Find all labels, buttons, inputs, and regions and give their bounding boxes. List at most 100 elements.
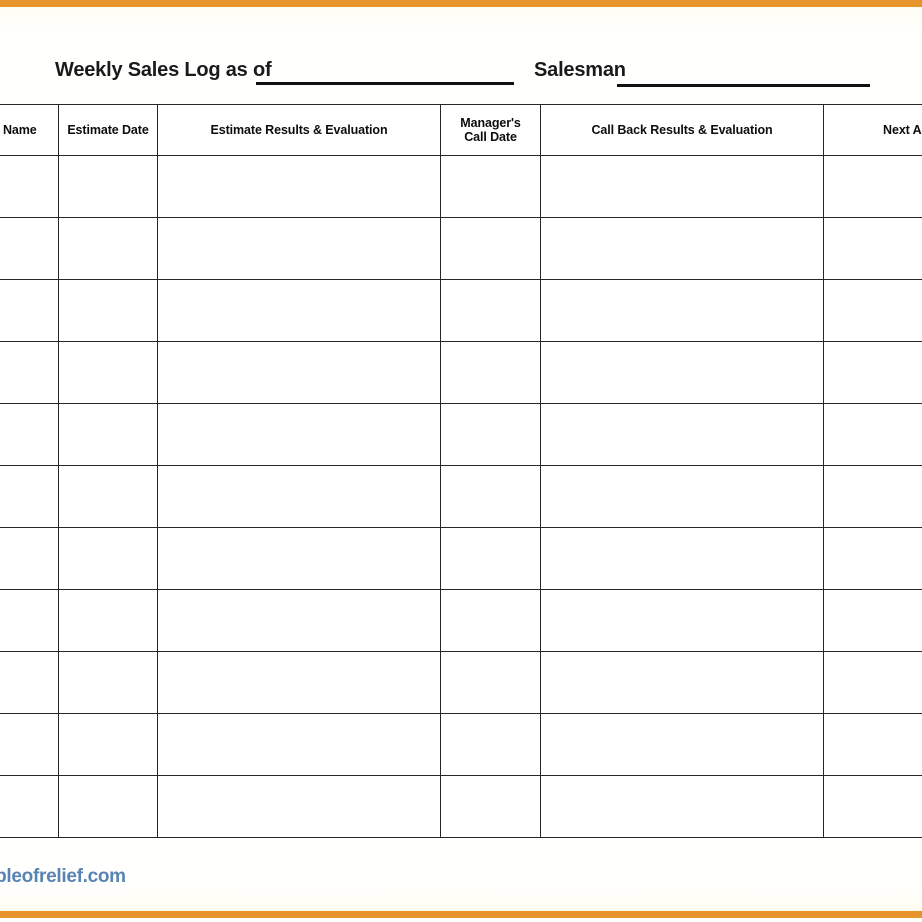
cell-estimate-results[interactable] bbox=[157, 527, 441, 590]
cell-estimate-date[interactable] bbox=[58, 775, 158, 838]
cell-estimate-results[interactable] bbox=[157, 713, 441, 776]
cell-next-action[interactable] bbox=[823, 713, 922, 776]
column-header-estimate-date: Estimate Date bbox=[58, 104, 158, 156]
cell-estimate-date[interactable] bbox=[58, 217, 158, 280]
table-row bbox=[0, 403, 922, 466]
table-row bbox=[0, 279, 922, 342]
table-row bbox=[0, 775, 922, 838]
cell-next-action[interactable] bbox=[823, 651, 922, 714]
cell-estimate-results[interactable] bbox=[157, 403, 441, 466]
cell-customer-name[interactable] bbox=[0, 589, 59, 652]
cell-estimate-date[interactable] bbox=[58, 155, 158, 218]
date-blank-field[interactable] bbox=[256, 82, 514, 85]
cell-call-back-results[interactable] bbox=[540, 713, 824, 776]
cell-estimate-date[interactable] bbox=[58, 589, 158, 652]
cell-managers-call-date[interactable] bbox=[440, 589, 541, 652]
cell-estimate-date[interactable] bbox=[58, 465, 158, 528]
cell-managers-call-date[interactable] bbox=[440, 279, 541, 342]
sales-log-page: Weekly Sales Log as of Salesman Customer… bbox=[0, 0, 922, 922]
cell-managers-call-date[interactable] bbox=[440, 341, 541, 404]
cell-call-back-results[interactable] bbox=[540, 527, 824, 590]
cell-estimate-date[interactable] bbox=[58, 527, 158, 590]
cell-estimate-date[interactable] bbox=[58, 403, 158, 466]
cell-call-back-results[interactable] bbox=[540, 465, 824, 528]
cell-estimate-results[interactable] bbox=[157, 279, 441, 342]
cell-estimate-results[interactable] bbox=[157, 465, 441, 528]
column-header-estimate-results: Estimate Results & Evaluation bbox=[157, 104, 441, 156]
column-header-managers-call-date: Manager's Call Date bbox=[440, 104, 541, 156]
cell-customer-name[interactable] bbox=[0, 403, 59, 466]
cell-call-back-results[interactable] bbox=[540, 651, 824, 714]
table-row bbox=[0, 589, 922, 652]
cell-estimate-results[interactable] bbox=[157, 217, 441, 280]
cell-customer-name[interactable] bbox=[0, 341, 59, 404]
cell-customer-name[interactable] bbox=[0, 279, 59, 342]
cell-managers-call-date[interactable] bbox=[440, 527, 541, 590]
cell-call-back-results[interactable] bbox=[540, 155, 824, 218]
cell-next-action[interactable] bbox=[823, 403, 922, 466]
cell-call-back-results[interactable] bbox=[540, 279, 824, 342]
cell-estimate-date[interactable] bbox=[58, 341, 158, 404]
cell-call-back-results[interactable] bbox=[540, 341, 824, 404]
cell-next-action[interactable] bbox=[823, 527, 922, 590]
table-header: Customer's Name Estimate Date Estimate R… bbox=[0, 104, 922, 156]
table-row bbox=[0, 465, 922, 528]
cell-customer-name[interactable] bbox=[0, 465, 59, 528]
table-row bbox=[0, 217, 922, 280]
cell-estimate-date[interactable] bbox=[58, 651, 158, 714]
column-header-managers-call-date-line2: Call Date bbox=[464, 130, 517, 144]
cell-next-action[interactable] bbox=[823, 217, 922, 280]
cell-managers-call-date[interactable] bbox=[440, 217, 541, 280]
cell-estimate-date[interactable] bbox=[58, 279, 158, 342]
cell-managers-call-date[interactable] bbox=[440, 651, 541, 714]
cell-customer-name[interactable] bbox=[0, 713, 59, 776]
bottom-accent-bar bbox=[0, 911, 922, 918]
cell-customer-name[interactable] bbox=[0, 155, 59, 218]
cell-managers-call-date[interactable] bbox=[440, 713, 541, 776]
cell-call-back-results[interactable] bbox=[540, 589, 824, 652]
weekly-sales-log-table: Customer's Name Estimate Date Estimate R… bbox=[0, 104, 922, 838]
cell-managers-call-date[interactable] bbox=[440, 465, 541, 528]
cell-customer-name[interactable] bbox=[0, 527, 59, 590]
cell-customer-name[interactable] bbox=[0, 775, 59, 838]
bottom-paper-wash bbox=[0, 884, 922, 911]
column-header-next-action: Next Action bbox=[823, 104, 922, 156]
cell-estimate-date[interactable] bbox=[58, 713, 158, 776]
table-row bbox=[0, 155, 922, 218]
page-title: Weekly Sales Log as of bbox=[55, 59, 272, 81]
cell-managers-call-date[interactable] bbox=[440, 155, 541, 218]
column-header-managers-call-date-line1: Manager's bbox=[460, 116, 521, 130]
cell-customer-name[interactable] bbox=[0, 651, 59, 714]
cell-estimate-results[interactable] bbox=[157, 155, 441, 218]
cell-managers-call-date[interactable] bbox=[440, 775, 541, 838]
table-row bbox=[0, 527, 922, 590]
cell-customer-name[interactable] bbox=[0, 217, 59, 280]
column-header-customer-name: Customer's Name bbox=[0, 104, 59, 156]
table-row bbox=[0, 651, 922, 714]
cell-next-action[interactable] bbox=[823, 341, 922, 404]
cell-call-back-results[interactable] bbox=[540, 403, 824, 466]
cell-managers-call-date[interactable] bbox=[440, 403, 541, 466]
cell-estimate-results[interactable] bbox=[157, 589, 441, 652]
cell-call-back-results[interactable] bbox=[540, 217, 824, 280]
table-header-row: Customer's Name Estimate Date Estimate R… bbox=[0, 104, 922, 156]
salesman-blank-field[interactable] bbox=[617, 84, 870, 87]
cell-next-action[interactable] bbox=[823, 589, 922, 652]
top-accent-bar bbox=[0, 0, 922, 7]
cell-estimate-results[interactable] bbox=[157, 651, 441, 714]
cell-next-action[interactable] bbox=[823, 155, 922, 218]
cell-next-action[interactable] bbox=[823, 279, 922, 342]
cell-next-action[interactable] bbox=[823, 775, 922, 838]
form-title-row: Weekly Sales Log as of Salesman bbox=[0, 56, 922, 88]
salesman-label: Salesman bbox=[534, 59, 626, 81]
cell-next-action[interactable] bbox=[823, 465, 922, 528]
cell-estimate-results[interactable] bbox=[157, 775, 441, 838]
table-row bbox=[0, 713, 922, 776]
site-watermark: sampleofrelief.com bbox=[0, 866, 126, 887]
table-body bbox=[0, 155, 922, 838]
top-paper-wash bbox=[0, 7, 922, 33]
column-header-call-back-results: Call Back Results & Evaluation bbox=[540, 104, 824, 156]
table-row bbox=[0, 341, 922, 404]
cell-call-back-results[interactable] bbox=[540, 775, 824, 838]
cell-estimate-results[interactable] bbox=[157, 341, 441, 404]
